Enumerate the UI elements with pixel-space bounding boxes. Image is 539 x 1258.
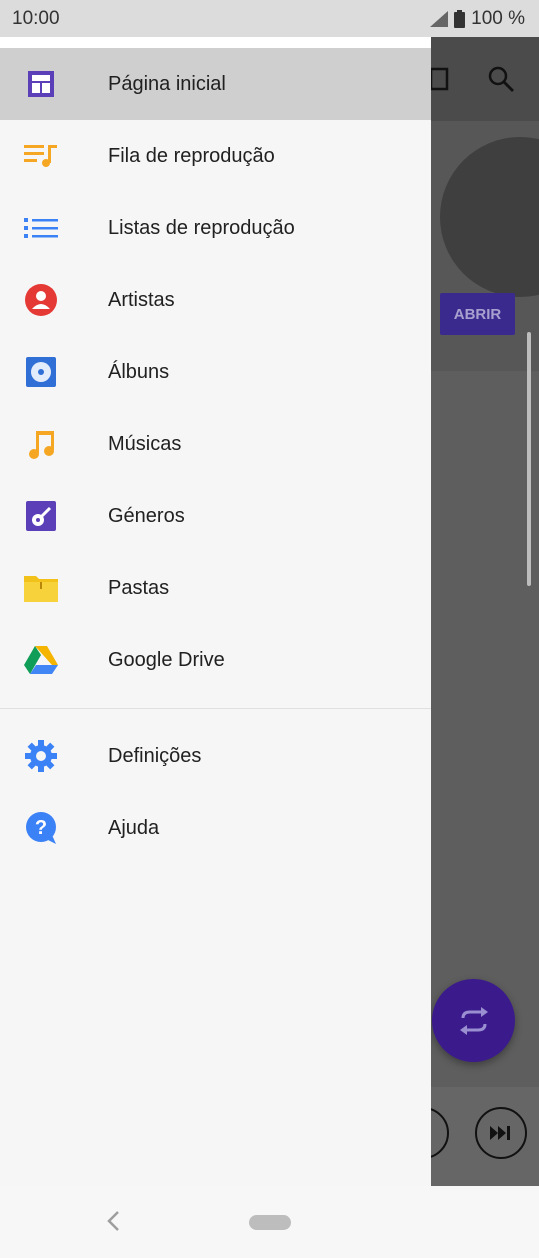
music-note-icon <box>24 427 58 461</box>
artist-icon <box>24 283 58 317</box>
drawer-item-label: Artistas <box>108 288 175 311</box>
drawer-item-genres[interactable]: Géneros <box>0 480 431 552</box>
drawer-item-folders[interactable]: Pastas <box>0 552 431 624</box>
guitar-icon <box>24 499 58 533</box>
drawer-item-queue[interactable]: Fila de reprodução <box>0 120 431 192</box>
home-pill-button[interactable] <box>249 1215 291 1230</box>
queue-icon <box>24 139 58 173</box>
drawer-item-albums[interactable]: Álbuns <box>0 336 431 408</box>
next-track-button[interactable] <box>475 1107 527 1159</box>
drawer-item-label: Listas de reprodução <box>108 216 295 239</box>
drawer-item-artists[interactable]: Artistas <box>0 264 431 336</box>
google-drive-icon <box>24 643 58 677</box>
scrollbar[interactable] <box>527 332 531 586</box>
drawer-divider <box>0 708 431 709</box>
drawer-item-label: Fila de reprodução <box>108 144 275 167</box>
drawer-item-google-drive[interactable]: Google Drive <box>0 624 431 696</box>
navigation-drawer: Página inicial Fila de reprodução Listas… <box>0 37 431 1186</box>
drawer-item-playlists[interactable]: Listas de reprodução <box>0 192 431 264</box>
repeat-icon <box>459 1006 488 1035</box>
signal-icon <box>430 11 449 27</box>
drawer-item-label: Google Drive <box>108 648 225 671</box>
drawer-item-label: Ajuda <box>108 816 160 839</box>
drawer-item-label: Definições <box>108 744 202 767</box>
folder-icon <box>24 571 58 605</box>
drawer-item-home[interactable]: Página inicial <box>0 48 431 120</box>
drawer-item-label: Músicas <box>108 432 182 455</box>
drawer-top-strip <box>0 37 431 48</box>
playlist-icon <box>24 211 58 245</box>
drawer-item-help[interactable]: ? Ajuda <box>0 792 431 864</box>
drawer-item-songs[interactable]: Músicas <box>0 408 431 480</box>
open-button[interactable]: ABRIR <box>440 293 515 335</box>
drawer-item-label: Página inicial <box>108 72 226 95</box>
drawer-item-label: Géneros <box>108 504 185 527</box>
drawer-item-label: Álbuns <box>108 360 170 383</box>
status-time: 10:00 <box>12 8 60 29</box>
status-bar: 10:00 100 % <box>0 0 539 37</box>
svg-text:?: ? <box>35 817 47 839</box>
settings-gear-icon <box>24 739 58 773</box>
help-icon: ? <box>24 811 58 845</box>
skip-next-icon <box>490 1126 510 1140</box>
drawer-item-settings[interactable]: Definições <box>0 720 431 792</box>
search-icon[interactable] <box>487 65 515 93</box>
album-icon <box>24 355 58 389</box>
system-navigation-bar <box>0 1186 539 1258</box>
shuffle-fab-button[interactable] <box>432 979 515 1062</box>
battery-icon <box>454 10 466 28</box>
home-icon <box>24 67 58 101</box>
back-icon[interactable] <box>102 1206 124 1236</box>
battery-level: 100 % <box>471 8 525 29</box>
drawer-item-label: Pastas <box>108 576 170 599</box>
